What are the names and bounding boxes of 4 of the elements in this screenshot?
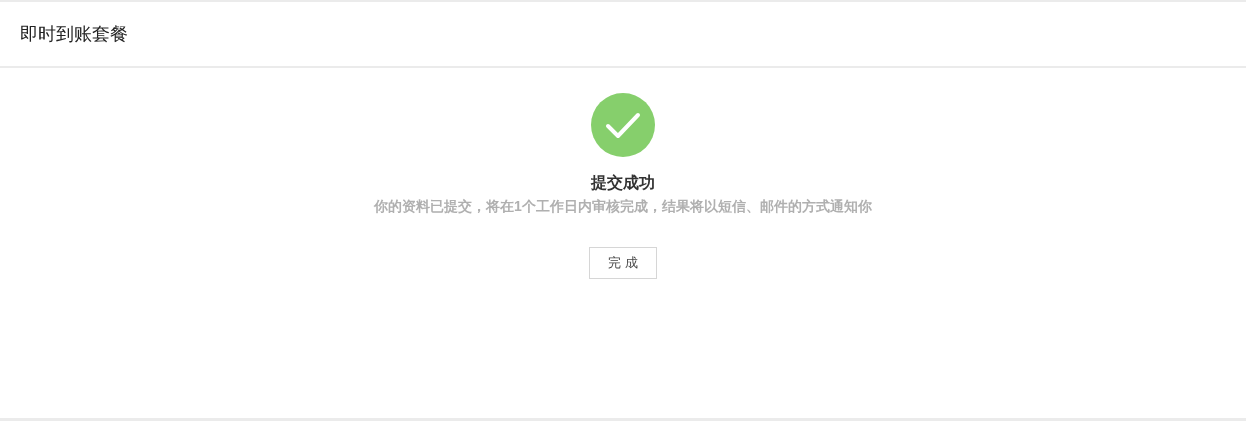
result-message: 你的资料已提交，将在1个工作日内审核完成，结果将以短信、邮件的方式通知你	[374, 198, 872, 216]
result-title: 提交成功	[591, 173, 655, 193]
page-title: 即时到账套餐	[20, 23, 128, 46]
done-button[interactable]: 完成	[589, 247, 657, 279]
